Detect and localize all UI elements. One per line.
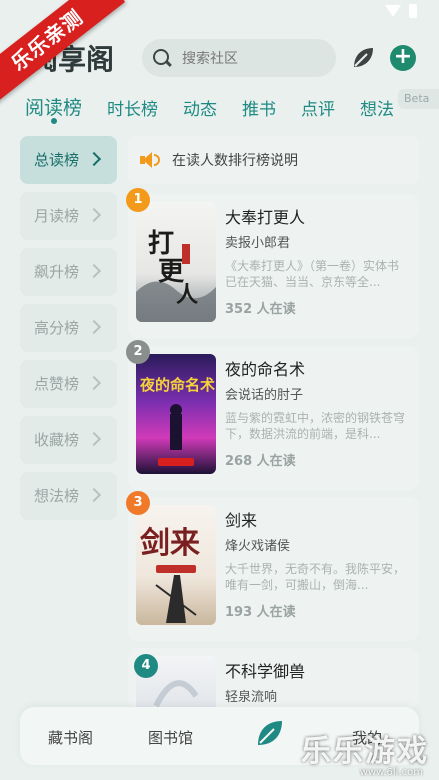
book-card[interactable]: 3 剑来 剑来 烽火戏诸侯 大千世界，无奇不有。我陈平安，唯有一剑，可搬山，倒海… [126, 491, 419, 641]
battery-icon [409, 4, 417, 18]
book-description: 《大奉打更人》（第一卷）实体书已在天猫、当当、京东等全... [225, 259, 400, 289]
notice-text: 在读人数排行榜说明 [172, 153, 298, 169]
book-cover: 夜的命名术 [136, 354, 216, 474]
menu-label: 飙升榜 [34, 263, 80, 281]
speaker-icon [140, 150, 162, 170]
leaf-icon[interactable] [350, 45, 376, 71]
book-author: 轻泉流响 [225, 690, 278, 705]
watermark-logo: 乐乐游戏 [301, 734, 429, 769]
chevron-right-icon [86, 375, 102, 391]
reader-count: 268 人在读 [225, 454, 296, 469]
rank-badge: 2 [126, 340, 150, 364]
reader-count: 193 人在读 [225, 605, 296, 620]
menu-label: 高分榜 [34, 319, 80, 337]
beta-badge: Beta [398, 89, 439, 109]
book-card[interactable]: 2 夜的命名术 夜的命名术 会说话的肘子 蓝与紫的霓虹中，浓密的钢铁苍穹下，数据… [126, 340, 419, 490]
chevron-right-icon [86, 207, 102, 223]
tab-thoughts[interactable]: 想法 [360, 95, 394, 120]
book-description: 大千世界，无奇不有。我陈平安，唯有一剑，可搬山，倒海... [225, 562, 405, 592]
rank-badge: 3 [126, 491, 150, 515]
book-cover: 打 更 人 [136, 202, 216, 322]
add-button[interactable]: + [390, 45, 416, 71]
nav-library[interactable]: 图书馆 [148, 727, 193, 748]
tab-recommend[interactable]: 推书 [242, 95, 276, 120]
menu-label: 月读榜 [34, 207, 80, 225]
book-cover: 剑来 [136, 505, 216, 625]
rank-notice[interactable]: 在读人数排行榜说明 [128, 136, 419, 184]
rank-badge: 1 [126, 188, 150, 212]
reader-count: 352 人在读 [225, 302, 296, 317]
menu-favorites-rank[interactable]: 收藏榜 [20, 416, 117, 464]
tab-review[interactable]: 点评 [301, 95, 335, 120]
svg-text:夜的命名术: 夜的命名术 [139, 376, 215, 394]
book-title: 不科学御兽 [225, 662, 306, 681]
wifi-icon [385, 5, 401, 17]
search-placeholder: 搜索社区 [182, 51, 238, 67]
svg-text:打: 打 [148, 229, 174, 259]
book-title: 夜的命名术 [225, 360, 306, 379]
book-author: 会说话的肘子 [225, 388, 304, 403]
nav-bookshelf[interactable]: 藏书阁 [48, 727, 93, 748]
book-author: 卖报小郎君 [225, 236, 291, 251]
menu-rising-rank[interactable]: 飙升榜 [20, 248, 117, 296]
menu-label: 收藏榜 [34, 431, 80, 449]
chevron-right-icon [86, 263, 102, 279]
menu-thoughts-rank[interactable]: 想法榜 [20, 472, 117, 520]
chevron-right-icon [86, 487, 102, 503]
book-title: 剑来 [225, 511, 258, 530]
nav-community-leaf-icon[interactable] [252, 707, 288, 751]
svg-text:剑来: 剑来 [140, 526, 200, 561]
search-icon [152, 48, 172, 68]
book-author: 烽火戏诸侯 [225, 539, 291, 554]
menu-likes-rank[interactable]: 点赞榜 [20, 360, 117, 408]
book-title: 大奉打更人 [225, 208, 306, 227]
ribbon-label: 乐乐亲测 [0, 0, 126, 107]
svg-text:人: 人 [176, 282, 198, 308]
search-bar[interactable]: 搜索社区 [142, 39, 336, 77]
chevron-right-icon [86, 151, 102, 167]
watermark-url: www.6ll.com [359, 767, 423, 778]
menu-high-score-rank[interactable]: 高分榜 [20, 304, 117, 352]
chevron-right-icon [86, 319, 102, 335]
tab-activity[interactable]: 动态 [183, 95, 217, 120]
corner-ribbon: 乐乐亲测 [0, 0, 130, 120]
book-description: 蓝与紫的霓虹中，浓密的钢铁苍穹下，数据洪流的前端，是科... [225, 411, 405, 441]
menu-monthly-rank[interactable]: 月读榜 [20, 192, 117, 240]
rank-badge: 4 [134, 654, 158, 678]
book-card[interactable]: 1 打 更 人 大奉打更人 卖报小郎君 《大奉打更人》（第一卷）实体书已在天猫、… [126, 188, 419, 338]
chevron-right-icon [86, 431, 102, 447]
menu-label: 点赞榜 [34, 375, 80, 393]
book-card[interactable]: 4 不科学御兽 轻泉流响 [128, 648, 419, 708]
menu-label: 总读榜 [34, 151, 80, 169]
menu-label: 想法榜 [34, 487, 80, 505]
menu-total-rank[interactable]: 总读榜 [20, 136, 117, 184]
